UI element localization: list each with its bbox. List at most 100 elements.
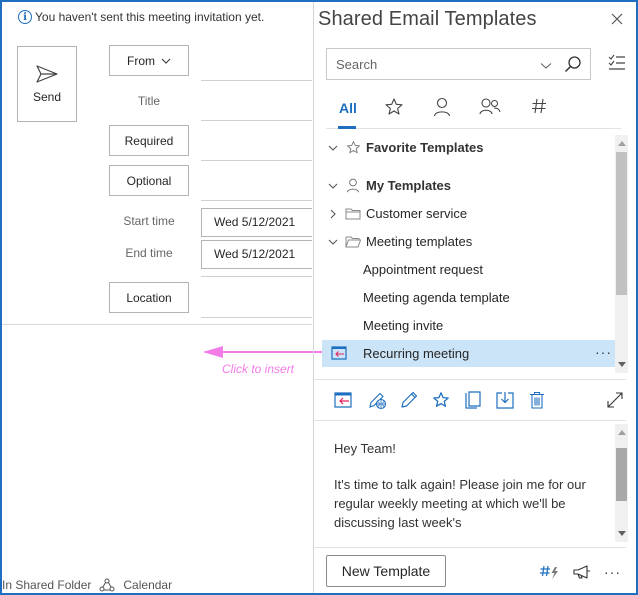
scroll-up-arrow[interactable] [618,141,626,146]
move-to-folder-icon [496,392,514,409]
hash-icon [532,98,546,114]
tree-scrollbar[interactable] [615,135,628,373]
search-button[interactable] [564,55,582,78]
share-icon [99,578,115,592]
info-icon: i [18,10,32,24]
trash-icon [530,391,544,409]
tree-item-meeting-templates[interactable]: Meeting templates [322,228,618,255]
optional-input[interactable] [201,200,312,201]
preview-body: It's time to talk again! Please join me … [334,477,586,530]
pencil-globe-icon [369,392,387,410]
toolbar-bottom-separator [314,420,626,421]
edit-shared-button[interactable] [366,389,388,411]
template-item-appointment-request[interactable]: Appointment request [322,256,618,283]
end-date-input[interactable]: Wed 5/12/2021 [201,240,312,269]
edit-template-button[interactable] [398,389,420,411]
send-label: Send [32,90,62,104]
start-date-input[interactable]: Wed 5/12/2021 [201,208,312,237]
expand-icon [607,392,623,408]
insert-template-button[interactable] [332,389,354,411]
shared-folder-label: In Shared Folder [2,578,92,592]
from-button[interactable]: From [109,45,189,76]
title-label: Title [137,94,161,108]
hash-lightning-icon [540,565,558,579]
optional-label: Optional [126,173,172,188]
required-button[interactable]: Required [109,125,189,156]
tab-favorites[interactable] [383,94,405,128]
template-item-recurring-meeting[interactable]: Recurring meeting ··· [322,340,618,367]
chevron-right-icon[interactable] [322,209,344,219]
scroll-up-arrow[interactable] [618,430,626,435]
feedback-button[interactable] [572,562,592,582]
search-input[interactable] [327,56,527,72]
chevron-down-icon[interactable] [322,183,344,189]
template-preview: Hey Team! It's time to talk again! Pleas… [334,439,604,549]
folder-icon [344,207,362,220]
star-icon [433,392,449,407]
template-label: Meeting agenda template [363,290,510,305]
end-time-label: End time [125,246,173,260]
template-toolbar [328,389,628,411]
template-label: Appointment request [363,262,483,277]
template-tree: Favorite Templates My Templates Customer… [322,132,618,373]
close-icon [611,13,623,25]
delete-template-button[interactable] [526,389,548,411]
info-message: You haven't sent this meeting invitation… [35,10,265,24]
template-item-meeting-agenda[interactable]: Meeting agenda template [322,284,618,311]
search-box [326,48,591,80]
optional-button[interactable]: Optional [109,165,189,196]
template-item-meeting-invite[interactable]: Meeting invite [322,312,618,339]
location-button[interactable]: Location [109,282,189,313]
scroll-down-arrow[interactable] [618,362,626,367]
from-line [201,80,312,81]
chevron-down-icon [540,63,552,69]
preview-scrollbar[interactable] [615,424,628,542]
templates-pane: Shared Email Templates All [313,2,636,593]
location-input[interactable] [201,317,312,318]
more-options-button[interactable]: ··· [604,562,621,582]
insert-arrow-head [203,346,223,358]
checklist-icon [608,54,625,70]
pane-title: Shared Email Templates [318,8,537,30]
filter-tabs: All [326,94,621,129]
chevron-down-icon[interactable] [322,145,344,151]
search-dropdown-button[interactable] [540,57,552,75]
tab-all[interactable]: All [338,94,358,129]
tree-item-label: Favorite Templates [366,140,484,155]
insert-template-icon[interactable] [331,346,347,363]
close-pane-button[interactable] [608,10,626,28]
calendar-label: Calendar [123,578,173,592]
expand-preview-button[interactable] [604,389,626,411]
scroll-thumb[interactable] [616,152,627,295]
move-template-button[interactable] [494,389,516,411]
copy-icon [465,391,481,409]
chevron-down-icon[interactable] [322,239,344,245]
tree-item-customer-service[interactable]: Customer service [322,200,618,227]
new-template-button[interactable]: New Template [326,555,446,587]
pencil-icon [401,391,418,408]
start-time-label: Start time [123,214,175,228]
tab-team-templates[interactable] [478,94,502,128]
location-label: Location [126,290,172,305]
tab-my-templates[interactable] [431,94,453,128]
title-input[interactable] [201,120,312,121]
megaphone-icon [573,565,590,579]
more-options-icon[interactable]: ··· [595,344,612,360]
tab-macros[interactable] [529,94,549,128]
scroll-down-arrow[interactable] [618,531,626,536]
add-favorite-button[interactable] [430,389,452,411]
send-icon [36,65,58,83]
scroll-thumb[interactable] [616,448,627,501]
copy-template-button[interactable] [462,389,484,411]
people-icon [479,98,501,115]
body-divider [2,324,312,325]
macros-button[interactable] [540,562,560,582]
template-label: Meeting invite [363,318,444,333]
click-to-insert-annotation: Click to insert [222,362,295,376]
tree-item-favorite-templates[interactable]: Favorite Templates [322,134,618,161]
template-label: Recurring meeting [363,346,470,361]
required-input[interactable] [201,160,312,161]
tree-item-my-templates[interactable]: My Templates [322,172,618,199]
list-view-button[interactable] [608,54,626,77]
send-button[interactable]: Send [17,46,77,122]
